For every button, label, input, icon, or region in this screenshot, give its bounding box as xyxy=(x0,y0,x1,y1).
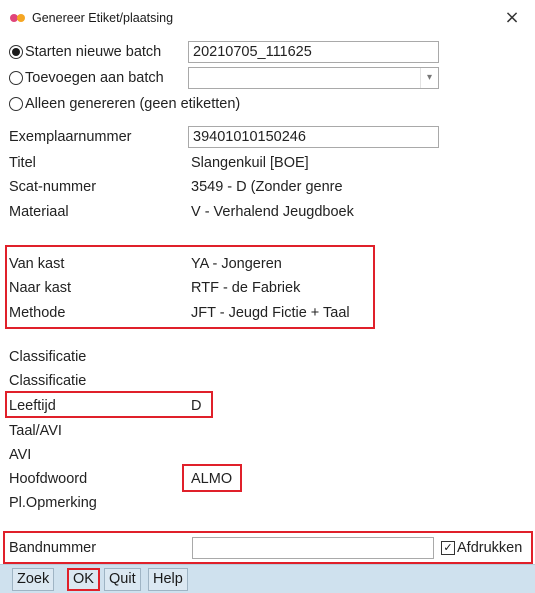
leeftijd-value: D xyxy=(191,398,202,414)
only-generate-label: Alleen genereren (geen etiketten) xyxy=(25,96,241,112)
hoofdwoord-value: ALMO xyxy=(191,471,233,487)
app-logo-icon xyxy=(10,12,26,24)
close-button[interactable]: × xyxy=(499,6,525,30)
titel-value: Slangenkuil [BOE] xyxy=(191,155,309,171)
bandnummer-label: Bandnummer xyxy=(9,540,97,556)
hoofdwoord-label: Hoofdwoord xyxy=(9,471,88,487)
quit-button[interactable]: Quit xyxy=(104,568,141,591)
classificatie-label-2: Classificatie xyxy=(9,373,87,389)
zoek-button[interactable]: Zoek xyxy=(12,568,55,591)
radio-only-generate[interactable] xyxy=(9,97,23,111)
window-title: Genereer Etiket/plaatsing xyxy=(32,11,174,25)
radio-add-batch[interactable] xyxy=(9,71,23,85)
van-kast-value: YA - Jongeren xyxy=(191,256,282,272)
materiaal-label: Materiaal xyxy=(9,204,69,220)
titel-label: Titel xyxy=(9,155,36,171)
van-kast-label: Van kast xyxy=(9,256,65,272)
taal-avi-label: Taal/AVI xyxy=(9,423,62,439)
afdrukken-checkbox[interactable]: ✓ xyxy=(441,541,455,555)
exemplaarnummer-label: Exemplaarnummer xyxy=(9,129,132,145)
leeftijd-label: Leeftijd xyxy=(9,398,56,414)
help-button[interactable]: Help xyxy=(148,568,188,591)
exemplaarnummer-input[interactable]: 39401010150246 xyxy=(188,126,439,148)
bottom-toolbar: Zoek OK Quit Help xyxy=(0,564,535,593)
methode-value: JFT - Jeugd Fictie + Taal xyxy=(191,305,350,321)
classificatie-label-1: Classificatie xyxy=(9,349,87,365)
materiaal-value: V - Verhalend Jeugdboek xyxy=(191,204,354,220)
ok-button[interactable]: OK xyxy=(67,568,100,591)
radio-new-batch[interactable] xyxy=(9,45,23,59)
methode-label: Methode xyxy=(9,305,66,321)
bandnummer-input[interactable] xyxy=(192,537,434,559)
pl-opmerking-label: Pl.Opmerking xyxy=(9,495,97,511)
avi-label: AVI xyxy=(9,447,32,463)
add-batch-label: Toevoegen aan batch xyxy=(25,70,164,86)
new-batch-input[interactable]: 20210705_111625 xyxy=(188,41,439,63)
chevron-down-icon[interactable]: ▾ xyxy=(420,68,438,88)
add-batch-select[interactable]: ▾ xyxy=(188,67,439,89)
naar-kast-label: Naar kast xyxy=(9,280,72,296)
naar-kast-value: RTF - de Fabriek xyxy=(191,280,301,296)
new-batch-label: Starten nieuwe batch xyxy=(25,44,162,60)
title-bar: Genereer Etiket/plaatsing × xyxy=(0,0,535,38)
scat-label: Scat-nummer xyxy=(9,179,97,195)
scat-value: 3549 - D (Zonder genre xyxy=(191,179,343,195)
afdrukken-label: Afdrukken xyxy=(457,540,523,556)
